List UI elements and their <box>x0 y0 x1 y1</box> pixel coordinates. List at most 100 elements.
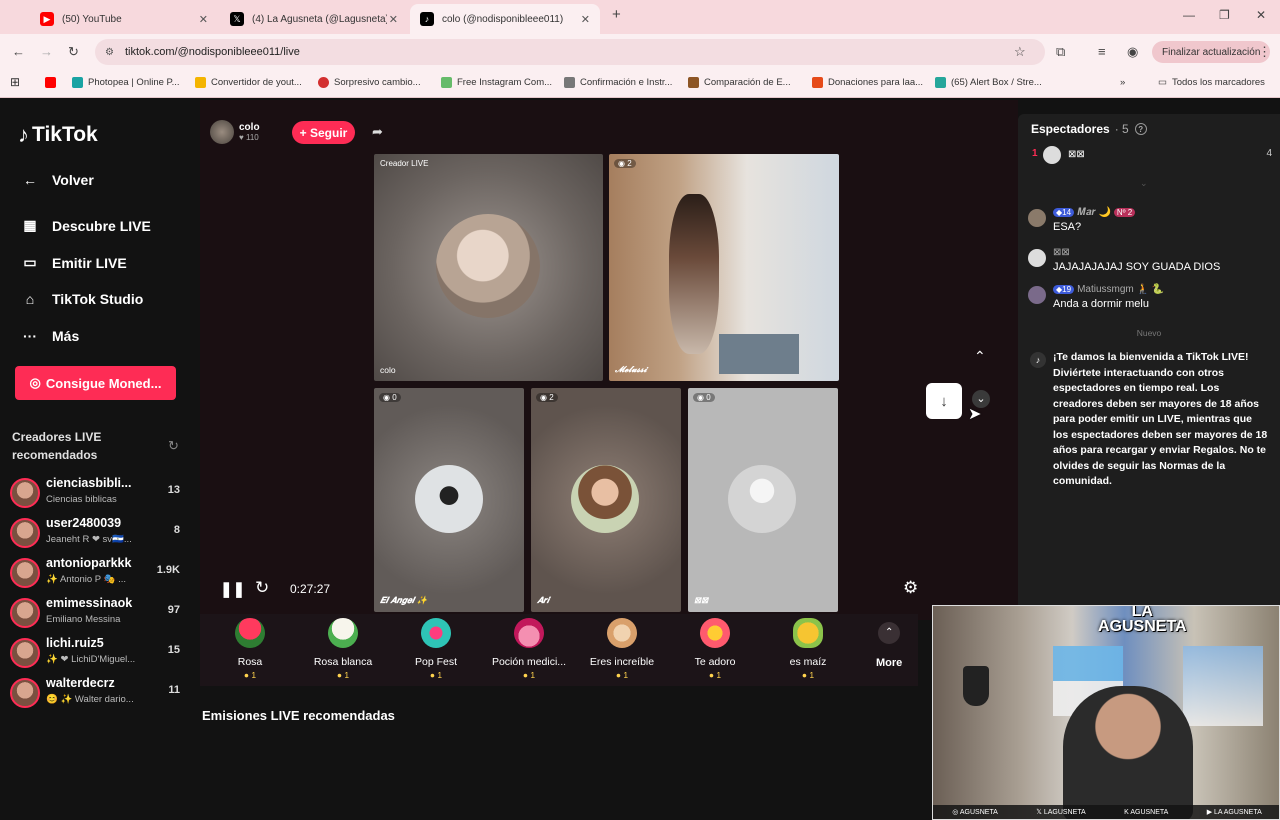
settings-gear-icon[interactable]: ⚙ <box>903 578 918 598</box>
gift-price-value: 1 <box>716 670 722 680</box>
bookmark-youtube[interactable] <box>45 77 61 88</box>
reload-icon[interactable]: ↻ <box>255 578 269 598</box>
back-button[interactable]: ← Volver <box>20 172 94 188</box>
close-icon[interactable]: ✕ <box>199 13 208 26</box>
forward-arrow-icon[interactable]: → <box>40 44 53 59</box>
gift-es-maiz[interactable]: es maíz ● 1 <box>765 618 851 680</box>
minimize-button[interactable]: — <box>1183 8 1195 22</box>
guest-cell-2[interactable]: ◉ 2 𝓜𝓮𝓵𝓾𝓼𝓼𝓲 <box>609 154 839 381</box>
close-window-button[interactable]: ✕ <box>1256 8 1266 22</box>
club-crest-icon <box>963 666 989 706</box>
get-coins-button[interactable]: ◎ Consigue Moned... <box>15 366 176 400</box>
tab-x[interactable]: 𝕏 (4) La Agusneta (@Lagusneta) / ✕ <box>220 4 408 34</box>
refresh-icon[interactable]: ↻ <box>168 438 179 454</box>
follow-button[interactable]: + Seguir <box>292 121 355 144</box>
bookmark-item[interactable]: Convertidor de yout... <box>195 77 302 88</box>
extensions-icon[interactable]: ⧉ <box>1056 44 1065 60</box>
gift-te-adoro[interactable]: Te adoro ● 1 <box>672 618 758 680</box>
apps-grid-icon[interactable]: ⊞ <box>10 75 20 89</box>
guest-avatar <box>415 465 483 533</box>
chevron-up-icon: ⌃ <box>878 622 901 644</box>
url-input[interactable]: ⚙ tiktok.com/@nodisponibleee011/live <box>95 39 1045 65</box>
list-item[interactable]: lichi.ruiz5 ✨ ❤ LichiD'Miguel... 15 <box>10 636 188 672</box>
viewer-badge: ◉ 0 <box>693 393 715 402</box>
creator-nickname: Jeaneht R ❤ sv🇸🇻... <box>46 534 132 545</box>
guest-cell-5[interactable]: ◉ 0 ⊠⊠ <box>688 388 838 612</box>
guest-count: 0 <box>392 393 397 402</box>
bookmark-item[interactable]: Photopea | Online P... <box>72 77 180 88</box>
corn-icon <box>793 618 823 648</box>
tiktok-logo[interactable]: ♪ TikTok <box>18 122 98 148</box>
gift-rosa-blanca[interactable]: Rosa blanca ● 1 <box>300 618 386 680</box>
media-icon[interactable]: ≡ <box>1098 44 1106 59</box>
bookmark-item[interactable]: Comparación de E... <box>688 77 791 88</box>
bookmarks-bar: ⊞ Photopea | Online P... Convertidor de … <box>0 70 1280 98</box>
link-icon <box>564 77 575 88</box>
level-value: 14 <box>1062 208 1072 217</box>
live-stream-player[interactable]: colo ♥ 110 + Seguir ➦ Creador LIVE colo … <box>200 100 1018 620</box>
viewer-badge: ◉ 0 <box>379 393 401 402</box>
chevron-right-icon[interactable]: » <box>1120 77 1125 88</box>
photopea-icon <box>72 77 83 88</box>
gift-name: Rosa <box>237 656 263 668</box>
reload-icon[interactable]: ↻ <box>68 44 79 60</box>
bookmark-item[interactable]: Free Instagram Com... <box>441 77 552 88</box>
sidebar-item-studio[interactable]: ⌂ TikTok Studio <box>20 291 144 307</box>
guest-cell-3[interactable]: ◉ 0 𝑬𝒍 𝑨𝒏𝒈𝒆𝒍 ✨ <box>374 388 524 612</box>
list-item[interactable]: emimessinaok Emiliano Messina 97 <box>10 596 188 632</box>
back-arrow-icon: ← <box>23 172 37 188</box>
profile-icon[interactable]: ◉ <box>1127 44 1138 60</box>
guest-cell-4[interactable]: ◉ 2 𝑨𝒓𝒊 <box>531 388 681 612</box>
list-item[interactable]: walterdecrz 😊 ✨ Walter dario... 11 <box>10 676 188 712</box>
news-icon <box>318 77 329 88</box>
bookmark-item[interactable]: Confirmación e Instr... <box>564 77 672 88</box>
gift-price: ● 1 <box>708 670 722 680</box>
menu-dots-icon[interactable]: ⋮ <box>1258 44 1271 60</box>
viewers-header[interactable]: Espectadores · 5 ? <box>1031 122 1147 136</box>
recommended-live-heading: Emisiones LIVE recomendadas <box>202 708 395 723</box>
list-item[interactable]: antonioparkkk ✨ Antonio P 🎭 ... 1.9K <box>10 556 188 592</box>
site-info-icon[interactable]: ⚙ <box>105 47 114 58</box>
chevron-down-icon[interactable]: ⌄ <box>1140 178 1148 189</box>
bookmark-label: Sorpresivo cambio... <box>334 77 421 88</box>
list-item[interactable]: cienciasbibli... Ciencias biblicas 13 <box>10 476 188 512</box>
gift-eres-increible[interactable]: Eres increíble ● 1 <box>579 618 665 680</box>
help-icon[interactable]: ? <box>1134 123 1147 135</box>
bookmark-item[interactable]: (65) Alert Box / Stre... <box>935 77 1042 88</box>
share-icon[interactable]: ➦ <box>372 124 383 140</box>
close-icon[interactable]: ✕ <box>389 13 398 26</box>
sidebar-item-more[interactable]: ··· Más <box>20 328 79 344</box>
star-icon[interactable]: ☆ <box>1014 44 1026 60</box>
sidebar-item-discover-live[interactable]: ▦ Descubre LIVE <box>20 217 150 234</box>
pause-icon[interactable]: ❚❚ <box>220 580 245 598</box>
tab-tiktok[interactable]: ♪ colo (@nodisponibleee011) ✕ <box>410 4 600 34</box>
chevron-up-icon[interactable]: ⌃ <box>974 348 986 365</box>
back-arrow-icon[interactable]: ← <box>12 44 25 59</box>
host-info[interactable]: colo ♥ 110 <box>210 120 260 144</box>
close-icon[interactable]: ✕ <box>581 13 590 26</box>
handle-text: LA AGUSNETA <box>1214 809 1262 816</box>
chat-message: ◆14 𝑴𝒂𝒓 🌙 Nº 2 ESA? <box>1028 207 1273 237</box>
gift-price-value: 1 <box>437 670 443 680</box>
bookmark-item[interactable]: Donaciones para laa... <box>812 77 923 88</box>
tab-title: (50) YouTube <box>62 13 122 25</box>
all-bookmarks[interactable]: ▭ Todos los marcadores <box>1158 77 1265 88</box>
viewer-count: 1.9K <box>156 564 180 576</box>
bookmark-item[interactable]: Sorpresivo cambio... <box>318 77 421 88</box>
logo-text: TikTok <box>32 123 98 146</box>
more-gifts-button[interactable]: ⌃ More <box>876 622 902 669</box>
update-button[interactable]: Finalizar actualización <box>1152 41 1271 63</box>
gift-rosa[interactable]: Rosa ● 1 <box>207 618 293 680</box>
guest-count: 2 <box>549 393 554 402</box>
maximize-button[interactable]: ❐ <box>1219 8 1230 22</box>
gift-pop-fest[interactable]: Pop Fest ● 1 <box>393 618 479 680</box>
scroll-down-button[interactable]: ↓ <box>926 383 962 419</box>
sidebar-item-go-live[interactable]: ▭ Emitir LIVE <box>20 254 126 271</box>
kick-handle: K AGUSNETA <box>1124 808 1169 816</box>
guest-cell-host[interactable]: Creador LIVE colo <box>374 154 603 381</box>
list-item[interactable]: user2480039 Jeaneht R ❤ sv🇸🇻... 8 <box>10 516 188 552</box>
new-tab-button[interactable]: + <box>612 6 621 23</box>
gift-pocion[interactable]: Poción medici... ● 1 <box>486 618 572 680</box>
tab-youtube[interactable]: ▶ (50) YouTube ✕ <box>30 4 218 34</box>
top-viewer-row[interactable]: 1 ⊠⊠ 4 <box>1032 146 1272 168</box>
